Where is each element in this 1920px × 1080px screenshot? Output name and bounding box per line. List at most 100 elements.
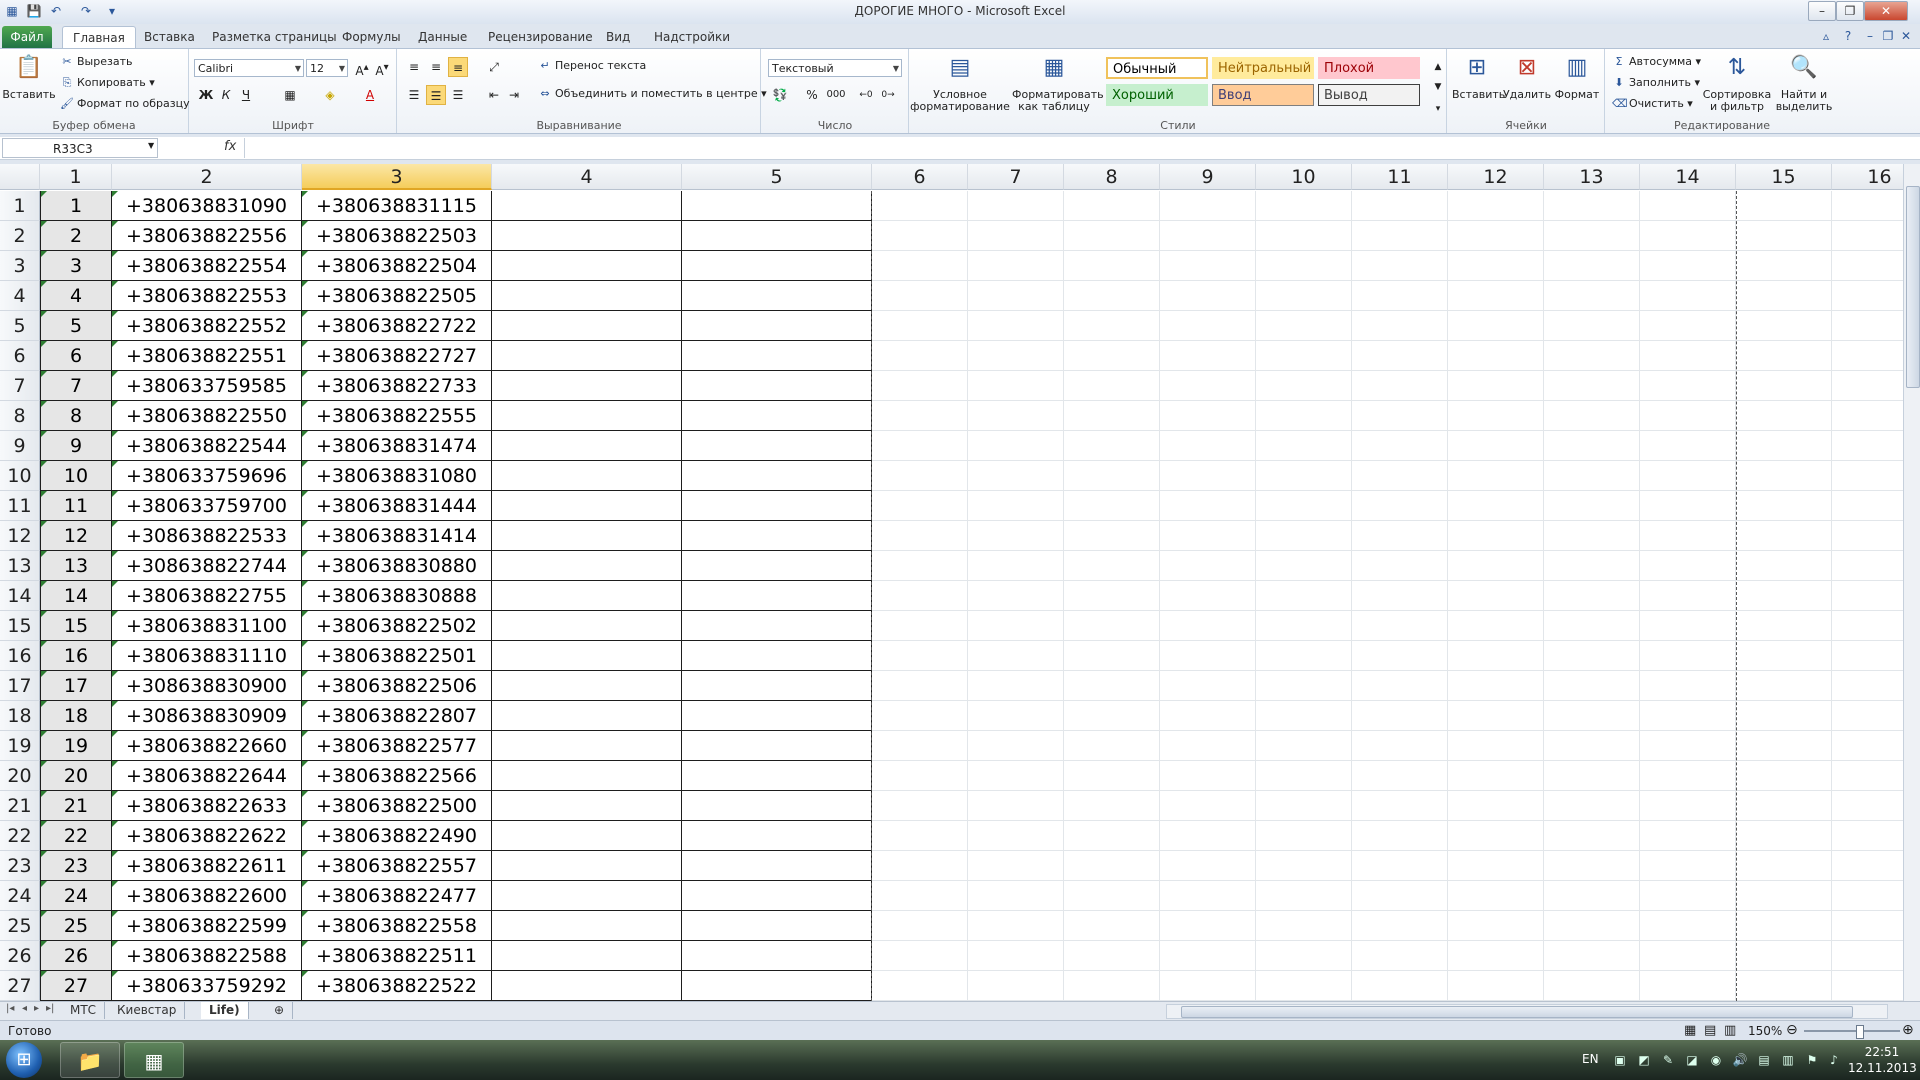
cell-r23-c4[interactable] (492, 851, 682, 881)
cell-r13-c3[interactable]: +380638830880 (302, 551, 492, 581)
fill-color-icon[interactable]: ◈ (320, 85, 340, 105)
cell-r18-c3[interactable]: +380638822807 (302, 701, 492, 731)
cell-r16-c1[interactable]: 16 (40, 641, 112, 671)
cell-r20-c2[interactable]: +380638822644 (112, 761, 302, 791)
cell-r5-c1[interactable]: 5 (40, 311, 112, 341)
cell-r17-c5[interactable] (682, 671, 872, 701)
vertical-scroll-thumb[interactable] (1906, 186, 1920, 388)
row-header-12[interactable]: 12 (0, 521, 40, 551)
cell-style-2[interactable]: Плохой (1318, 57, 1420, 79)
cell-r4-c5[interactable] (682, 281, 872, 311)
row-header-14[interactable]: 14 (0, 581, 40, 611)
shrink-font-button[interactable]: A▾ (372, 58, 392, 78)
cell-r23-c5[interactable] (682, 851, 872, 881)
language-indicator[interactable]: EN (1582, 1052, 1599, 1066)
vertical-scrollbar[interactable] (1903, 164, 1920, 1001)
row-header-19[interactable]: 19 (0, 731, 40, 761)
cell-r18-c5[interactable] (682, 701, 872, 731)
cell-r1-c5[interactable] (682, 191, 872, 221)
column-header-8[interactable]: 8 (1064, 164, 1160, 190)
cell-r9-c3[interactable]: +380638831474 (302, 431, 492, 461)
cell-r10-c2[interactable]: +380633759696 (112, 461, 302, 491)
cell-r14-c1[interactable]: 14 (40, 581, 112, 611)
row-header-16[interactable]: 16 (0, 641, 40, 671)
network-tray-icon[interactable]: ▣ (1612, 1052, 1628, 1068)
zoom-out-icon[interactable]: ⊖ (1786, 1022, 1798, 1038)
start-button[interactable]: ⊞ (6, 1042, 42, 1078)
cell-r19-c5[interactable] (682, 731, 872, 761)
cell-r7-c1[interactable]: 7 (40, 371, 112, 401)
decrease-indent-icon[interactable]: ⇤ (484, 85, 504, 105)
minimize-button[interactable]: – (1808, 1, 1836, 21)
zoom-slider[interactable] (1804, 1030, 1900, 1032)
orientation-icon[interactable]: ⤢ (484, 57, 504, 77)
row-header-22[interactable]: 22 (0, 821, 40, 851)
cell-r5-c3[interactable]: +380638822722 (302, 311, 492, 341)
italic-button[interactable]: К (216, 85, 236, 105)
cell-r7-c2[interactable]: +380633759585 (112, 371, 302, 401)
cell-r15-c1[interactable]: 15 (40, 611, 112, 641)
row-header-9[interactable]: 9 (0, 431, 40, 461)
cell-r2-c2[interactable]: +380638822556 (112, 221, 302, 251)
cell-r8-c1[interactable]: 8 (40, 401, 112, 431)
cell-r10-c3[interactable]: +380638831080 (302, 461, 492, 491)
row-header-25[interactable]: 25 (0, 911, 40, 941)
column-header-10[interactable]: 10 (1256, 164, 1352, 190)
row-header-7[interactable]: 7 (0, 371, 40, 401)
decrease-decimal-icon[interactable]: 0→ (878, 85, 898, 105)
cell-r24-c1[interactable]: 24 (40, 881, 112, 911)
underline-button[interactable]: Ч (236, 85, 256, 105)
cell-r19-c3[interactable]: +380638822577 (302, 731, 492, 761)
paste-button[interactable]: 📋 Вставить (2, 53, 56, 101)
column-header-7[interactable]: 7 (968, 164, 1064, 190)
zoom-level[interactable]: 150% (1748, 1024, 1782, 1038)
speaker-tray-icon[interactable]: ♪ (1826, 1052, 1842, 1068)
column-header-5[interactable]: 5 (682, 164, 872, 190)
align-center-icon[interactable]: ☰ (426, 85, 446, 105)
cell-r26-c1[interactable]: 26 (40, 941, 112, 971)
cell-r3-c3[interactable]: +380638822504 (302, 251, 492, 281)
sheet-tab-1[interactable]: Киевстар (109, 1002, 186, 1019)
cell-r22-c2[interactable]: +380638822622 (112, 821, 302, 851)
align-middle-icon[interactable]: ≡ (426, 57, 446, 77)
cell-r12-c1[interactable]: 12 (40, 521, 112, 551)
cell-r23-c1[interactable]: 23 (40, 851, 112, 881)
prev-sheet-icon[interactable]: ◂ (22, 1003, 27, 1014)
format-as-table-button[interactable]: ▦ Форматировать как таблицу (1012, 53, 1104, 113)
cell-r1-c4[interactable] (492, 191, 682, 221)
workbook-minimize-icon[interactable]: – (1862, 28, 1878, 44)
explorer-taskbar-icon[interactable]: 📁 (60, 1042, 120, 1078)
tab-data[interactable]: Данные (408, 26, 477, 48)
insert-cells-button[interactable]: ⊞ Вставить (1452, 53, 1505, 101)
cell-r10-c1[interactable]: 10 (40, 461, 112, 491)
cell-r11-c3[interactable]: +380638831444 (302, 491, 492, 521)
cell-r1-c3[interactable]: +380638831115 (302, 191, 492, 221)
cell-r25-c4[interactable] (492, 911, 682, 941)
cell-r20-c4[interactable] (492, 761, 682, 791)
font-color-icon[interactable]: A (360, 85, 380, 105)
gallery-up-icon[interactable]: ▲ (1428, 57, 1448, 77)
cell-r26-c5[interactable] (682, 941, 872, 971)
cell-r20-c1[interactable]: 20 (40, 761, 112, 791)
cell-r21-c5[interactable] (682, 791, 872, 821)
minimize-ribbon-icon[interactable]: ▵ (1818, 28, 1834, 44)
row-header-3[interactable]: 3 (0, 251, 40, 281)
page-break-view-icon[interactable]: ▥ (1724, 1023, 1736, 1038)
row-header-6[interactable]: 6 (0, 341, 40, 371)
tools-tray-icon[interactable]: ✎ (1660, 1052, 1676, 1068)
cell-r7-c4[interactable] (492, 371, 682, 401)
taskbar-clock[interactable]: 22:51 12.11.2013 (1848, 1044, 1917, 1076)
tab-file[interactable]: Файл (2, 26, 52, 48)
cell-style-5[interactable]: Вывод (1318, 84, 1420, 106)
cell-r5-c4[interactable] (492, 311, 682, 341)
cell-r21-c3[interactable]: +380638822500 (302, 791, 492, 821)
cell-r27-c4[interactable] (492, 971, 682, 1001)
cell-r15-c2[interactable]: +380638831100 (112, 611, 302, 641)
cell-r8-c4[interactable] (492, 401, 682, 431)
cell-style-3[interactable]: Хороший (1106, 84, 1208, 106)
cell-r23-c2[interactable]: +380638822611 (112, 851, 302, 881)
cell-r18-c4[interactable] (492, 701, 682, 731)
column-header-15[interactable]: 15 (1736, 164, 1832, 190)
align-left-icon[interactable]: ☰ (404, 85, 424, 105)
cell-r11-c4[interactable] (492, 491, 682, 521)
